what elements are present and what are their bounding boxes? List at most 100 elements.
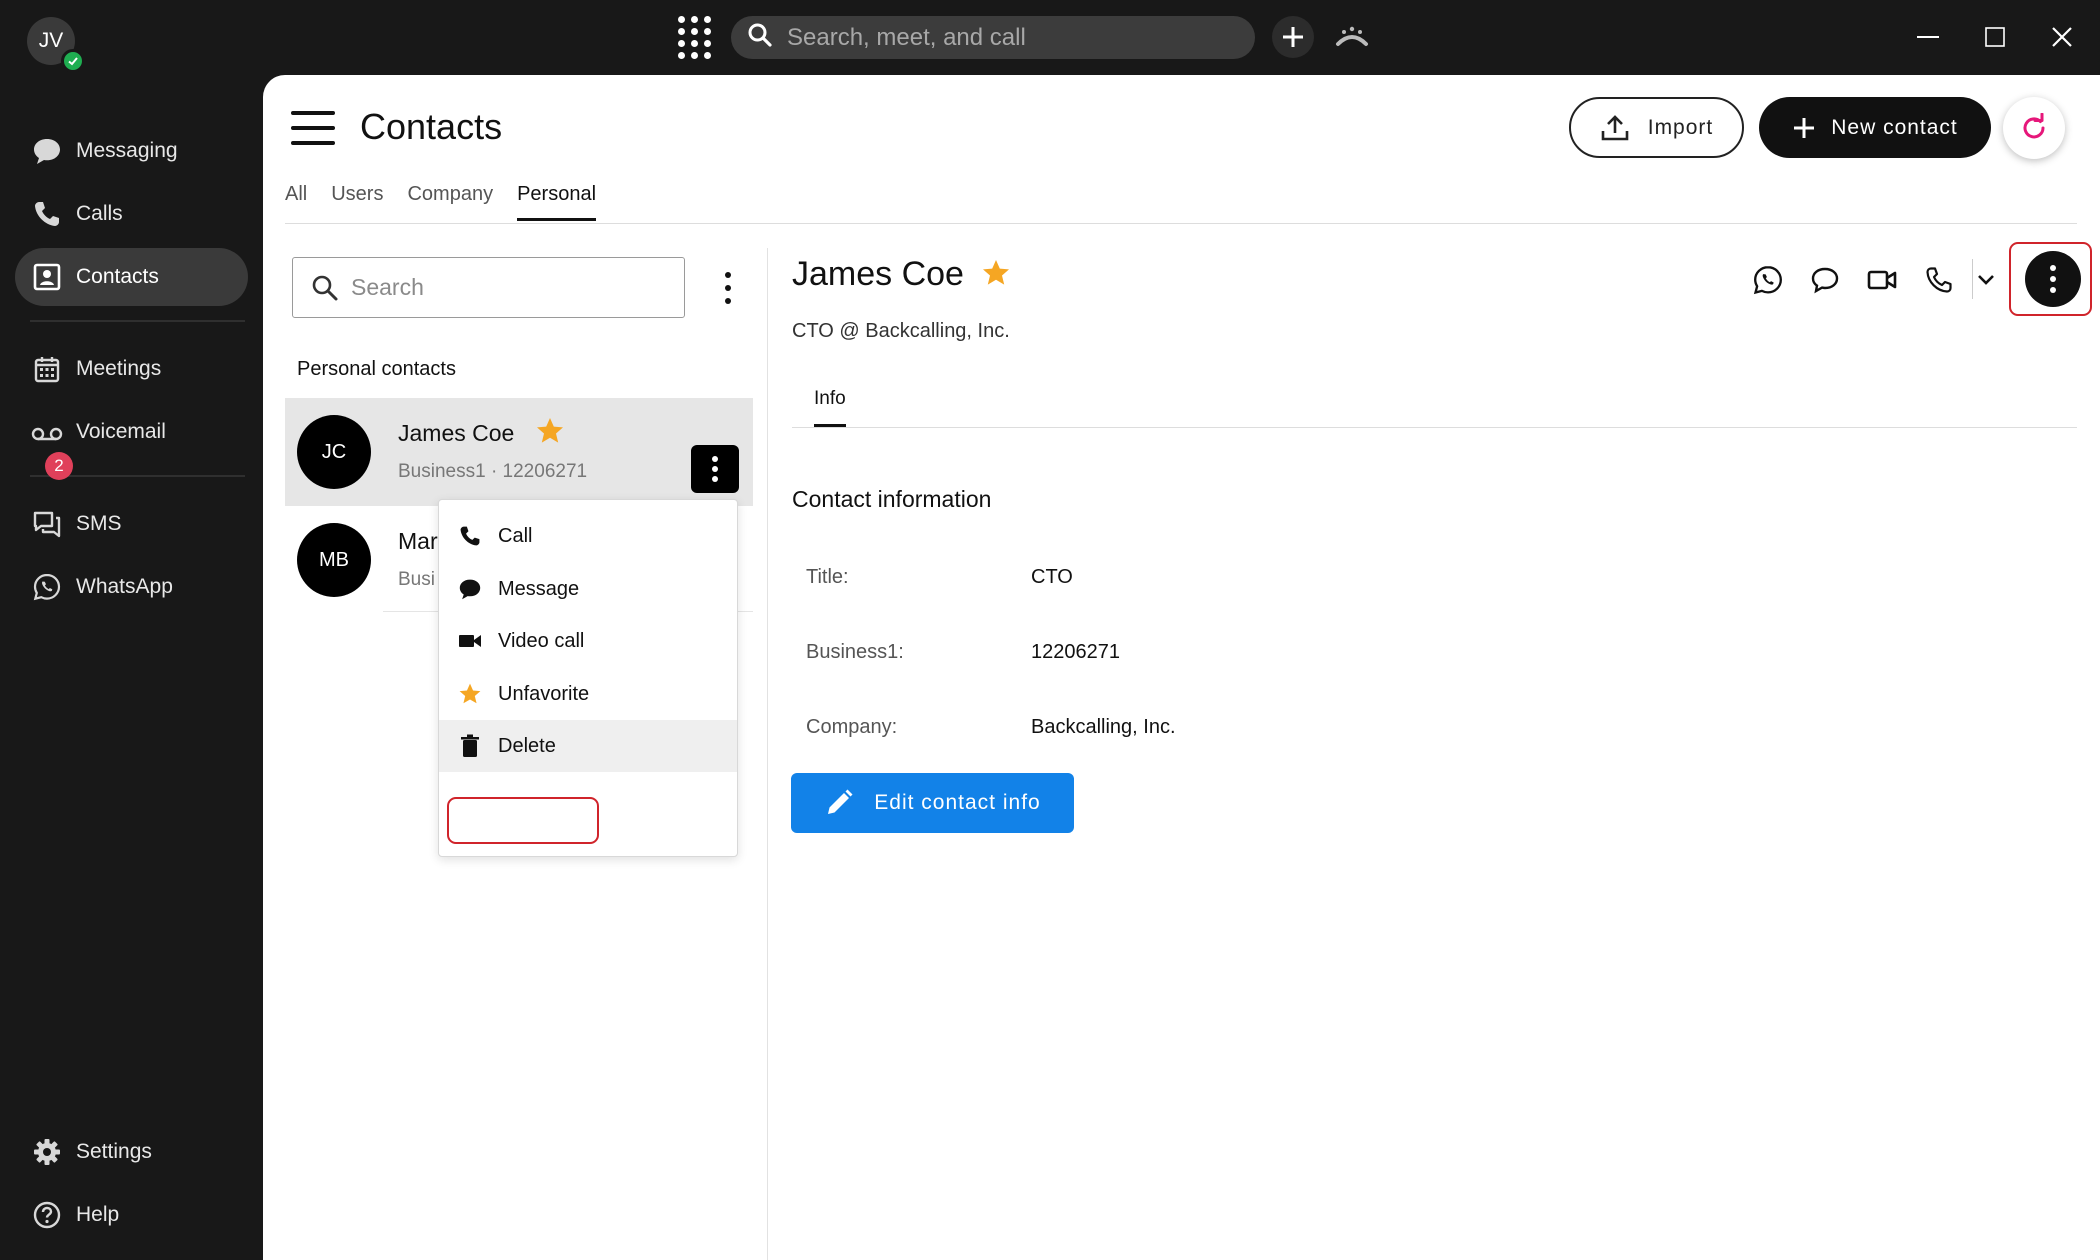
voicemail-icon — [31, 416, 63, 448]
hamburger-menu-icon[interactable] — [291, 111, 335, 145]
sidebar-item-label: Contacts — [76, 265, 159, 288]
field-value-business1: 12206271 — [1031, 641, 1120, 663]
calendar-icon — [31, 353, 63, 385]
chat-bubble-icon — [1811, 267, 1839, 294]
menu-item-video-call[interactable]: Video call — [439, 615, 737, 667]
global-search[interactable] — [731, 16, 1255, 59]
section-label: Personal contacts — [297, 358, 456, 380]
maximize-button[interactable] — [1975, 17, 2015, 57]
menu-item-unfavorite[interactable]: Unfavorite — [439, 668, 737, 720]
star-icon — [457, 681, 483, 707]
sidebar: Messaging Calls Contacts Meetings Voicem… — [0, 75, 263, 1260]
sidebar-item-contacts[interactable]: Contacts — [15, 248, 248, 306]
chevron-down-icon — [1978, 275, 1994, 285]
pencil-icon — [828, 789, 853, 814]
voicemail-count-badge: 2 — [45, 452, 73, 480]
dialpad-icon[interactable] — [678, 16, 712, 59]
avatar: MB — [297, 523, 371, 597]
close-window-button[interactable] — [2042, 17, 2082, 57]
edit-contact-button[interactable]: Edit contact info — [791, 773, 1074, 833]
refresh-button[interactable] — [2003, 97, 2065, 159]
list-more-options-button[interactable] — [718, 269, 738, 307]
import-button[interactable]: Import — [1569, 97, 1744, 158]
new-action-button[interactable] — [1272, 16, 1314, 58]
call-options-dropdown[interactable] — [1969, 255, 2003, 305]
contact-tabs: All Users Company Personal — [285, 183, 620, 221]
edit-contact-label: Edit contact info — [874, 791, 1041, 814]
maximize-icon — [1985, 27, 2005, 47]
tabs-divider — [285, 223, 2077, 224]
sidebar-item-label: Help — [76, 1203, 120, 1226]
favorite-star-icon[interactable] — [981, 258, 1011, 293]
contact-card-icon — [31, 261, 63, 293]
tab-all[interactable]: All — [285, 183, 307, 221]
user-initials: JV — [38, 29, 64, 52]
call-button[interactable] — [1914, 255, 1964, 305]
phone-icon — [31, 198, 63, 230]
sidebar-item-label: Meetings — [76, 357, 162, 380]
sidebar-item-label: Voicemail — [76, 420, 166, 443]
whatsapp-icon — [31, 571, 63, 603]
highlight-annotation — [447, 797, 599, 844]
minimize-button[interactable] — [1908, 17, 1948, 57]
whatsapp-button[interactable] — [1743, 255, 1793, 305]
sidebar-item-settings[interactable]: Settings — [15, 1123, 248, 1181]
import-label: Import — [1647, 115, 1714, 139]
tab-info[interactable]: Info — [814, 388, 846, 427]
contact-context-menu: Call Message Video call Unfavorite Delet… — [438, 499, 738, 857]
contact-information-heading: Contact information — [792, 486, 992, 512]
contact-detail-name: James Coe — [792, 255, 964, 293]
new-contact-button[interactable]: New contact — [1759, 97, 1991, 158]
tab-personal[interactable]: Personal — [517, 183, 597, 221]
search-icon — [747, 22, 773, 53]
menu-item-message[interactable]: Message — [439, 563, 737, 615]
menu-item-delete[interactable]: Delete — [439, 720, 737, 772]
chat-button[interactable] — [1800, 255, 1850, 305]
field-label-title: Title: — [806, 566, 849, 588]
call-pickup-button[interactable] — [1330, 18, 1374, 58]
refresh-icon — [2023, 113, 2045, 139]
sms-icon — [31, 508, 63, 540]
field-value-company: Backcalling, Inc. — [1031, 716, 1176, 738]
contact-more-options-button[interactable] — [691, 445, 739, 493]
sidebar-item-messaging[interactable]: Messaging — [15, 122, 248, 180]
minimize-icon — [1917, 36, 1939, 38]
new-contact-label: New contact — [1831, 115, 1958, 139]
whatsapp-icon — [1753, 266, 1782, 295]
contact-name: Mar — [398, 528, 438, 554]
sidebar-item-meetings[interactable]: Meetings — [15, 340, 248, 398]
sidebar-item-voicemail[interactable]: Voicemail — [15, 403, 248, 461]
sidebar-item-whatsapp[interactable]: WhatsApp — [15, 558, 248, 616]
contact-search[interactable] — [292, 257, 685, 318]
sidebar-divider — [30, 320, 245, 322]
sidebar-item-label: Settings — [76, 1140, 152, 1163]
sidebar-item-help[interactable]: Help — [15, 1186, 248, 1244]
sidebar-item-label: SMS — [76, 512, 122, 535]
global-search-input[interactable] — [787, 23, 1227, 52]
search-icon — [312, 275, 338, 300]
contact-detail-subtitle: CTO @ Backcalling, Inc. — [792, 320, 1010, 342]
phone-icon — [1926, 267, 1952, 293]
contact-search-input[interactable] — [351, 274, 671, 301]
sidebar-item-label: Messaging — [76, 139, 178, 162]
phone-icon — [457, 523, 483, 549]
menu-item-call[interactable]: Call — [439, 510, 737, 562]
tab-users[interactable]: Users — [331, 183, 383, 221]
sidebar-item-calls[interactable]: Calls — [15, 185, 248, 243]
contact-row-james-coe[interactable]: JC James Coe Business1 · 12206271 — [285, 398, 753, 506]
field-value-title: CTO — [1031, 566, 1073, 588]
highlight-annotation — [2009, 242, 2092, 316]
page-title: Contacts — [360, 106, 503, 147]
help-icon — [31, 1199, 63, 1231]
trash-icon — [457, 733, 483, 759]
sidebar-item-sms[interactable]: SMS — [15, 495, 248, 553]
video-camera-icon — [457, 628, 483, 654]
video-camera-icon — [1867, 270, 1897, 290]
video-call-button[interactable] — [1857, 255, 1907, 305]
sidebar-item-label: Calls — [76, 202, 123, 225]
chat-bubble-icon — [457, 576, 483, 602]
contacts-panel: Contacts Import New contact All Users Co… — [263, 75, 2100, 1260]
info-tab-divider — [792, 427, 2077, 428]
presence-available-icon — [61, 49, 85, 73]
tab-company[interactable]: Company — [407, 183, 493, 221]
